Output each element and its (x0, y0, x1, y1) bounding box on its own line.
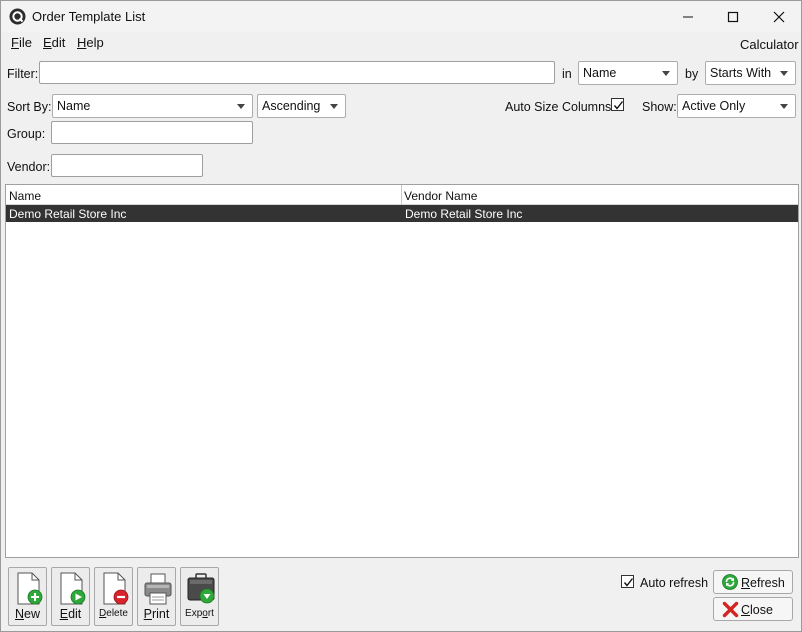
vendor-input[interactable] (51, 154, 203, 177)
group-input[interactable] (51, 121, 253, 144)
print-button-label: Print (143, 607, 170, 621)
chevron-down-icon (780, 104, 788, 109)
delete-button[interactable]: Delete (94, 567, 133, 626)
refresh-icon (722, 574, 738, 590)
chevron-down-icon (780, 71, 788, 76)
close-x-icon (722, 601, 739, 618)
show-filter-value: Active Only (682, 99, 746, 113)
delete-document-icon (103, 572, 129, 605)
auto-size-columns-label: Auto Size Columns (505, 100, 612, 114)
vendor-label: Vendor: (7, 160, 51, 174)
grid-header: Name Vendor Name (6, 185, 798, 205)
delete-button-label: Delete (99, 608, 128, 619)
chevron-down-icon (330, 104, 338, 109)
refresh-button[interactable]: Refresh (713, 570, 793, 594)
order-template-grid[interactable]: Name Vendor Name Demo Retail Store Inc D… (5, 184, 799, 558)
maximize-icon (727, 11, 739, 22)
edit-button-label: Edit (59, 607, 82, 621)
checkmark-icon (613, 101, 624, 110)
menu-help[interactable]: Help (77, 35, 104, 50)
menu-edit[interactable]: Edit (43, 35, 65, 50)
auto-refresh-label: Auto refresh (640, 576, 709, 590)
maximize-button[interactable] (710, 1, 756, 32)
minimize-button[interactable] (665, 1, 711, 32)
auto-refresh-checkbox[interactable] (621, 575, 634, 588)
export-button-label: Export (185, 608, 214, 619)
export-briefcase-icon (187, 573, 215, 604)
close-icon (773, 11, 785, 22)
title-bar: Order Template List (1, 1, 801, 32)
chevron-down-icon (662, 71, 670, 76)
cell-name: Demo Retail Store Inc (9, 207, 127, 221)
column-header-name[interactable]: Name (9, 189, 41, 203)
refresh-button-label: Refresh (741, 576, 785, 590)
sort-by-label: Sort By: (7, 100, 52, 114)
close-window-button[interactable] (756, 1, 802, 32)
print-button[interactable]: Print (137, 567, 176, 626)
auto-size-columns-checkbox[interactable] (611, 98, 624, 111)
filter-label: Filter: (7, 67, 39, 81)
filter-field-dropdown[interactable]: Name (578, 61, 678, 85)
menu-calculator[interactable]: Calculator (740, 37, 799, 52)
window-title: Order Template List (32, 9, 146, 24)
checkmark-icon (623, 578, 634, 587)
menu-bar: File Edit Help Calculator (1, 32, 801, 54)
show-filter-dropdown[interactable]: Active Only (677, 94, 796, 118)
table-row[interactable]: Demo Retail Store Inc Demo Retail Store … (6, 205, 798, 222)
edit-button[interactable]: Edit (51, 567, 90, 626)
chevron-down-icon (237, 104, 245, 109)
cell-vendor-name: Demo Retail Store Inc (405, 207, 523, 221)
close-button-label: Close (741, 603, 773, 617)
order-template-list-window: Order Template List File Edit Help Calcu… (0, 0, 802, 632)
edit-document-icon (60, 572, 86, 605)
show-label: Show: (642, 100, 677, 114)
menu-file[interactable]: File (11, 35, 32, 50)
new-button-label: New (14, 607, 40, 621)
export-button[interactable]: Export (180, 567, 219, 626)
group-label: Group: (7, 127, 46, 141)
new-button[interactable]: New (8, 567, 47, 626)
sort-field-dropdown[interactable]: Name (52, 94, 253, 118)
filter-match-dropdown[interactable]: Starts With (705, 61, 796, 85)
new-document-icon (17, 572, 43, 605)
filter-in-label: in (562, 67, 572, 81)
filter-input[interactable] (39, 61, 555, 84)
sort-field-value: Name (57, 99, 91, 113)
column-header-vendor-name[interactable]: Vendor Name (404, 189, 477, 203)
printer-icon (144, 573, 172, 605)
filter-field-value: Name (583, 66, 617, 80)
close-button[interactable]: Close (713, 597, 793, 621)
filter-match-value: Starts With (710, 66, 772, 80)
minimize-icon (683, 16, 693, 17)
sort-direction-value: Ascending (262, 99, 321, 113)
column-separator[interactable] (401, 185, 402, 205)
sort-direction-dropdown[interactable]: Ascending (257, 94, 346, 118)
filter-by-label: by (685, 67, 699, 81)
app-logo-icon (9, 8, 26, 25)
